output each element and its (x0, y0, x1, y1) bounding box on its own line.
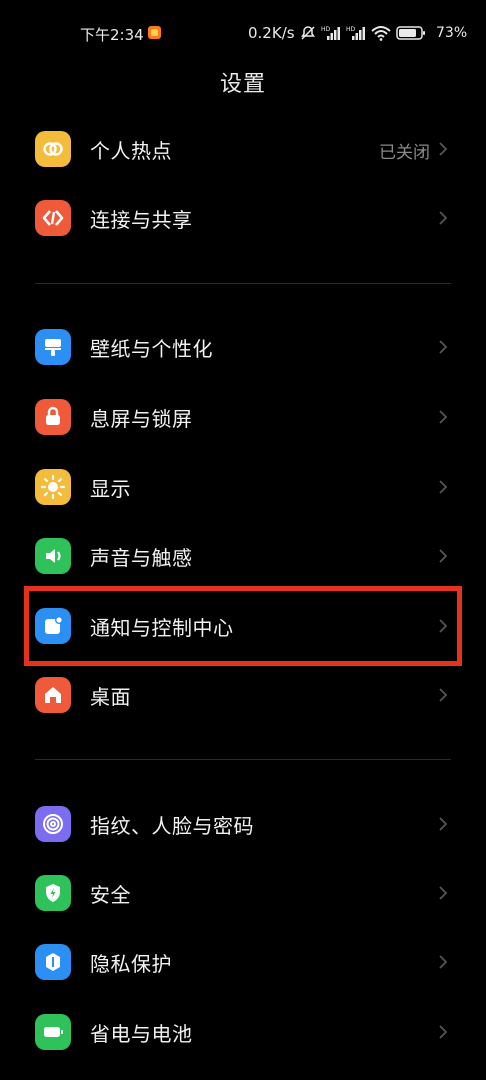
battery-status-icon (396, 26, 425, 40)
settings-row-value: 已关闭 (379, 143, 430, 163)
settings-row-desktop[interactable]: 桌面 (0, 660, 486, 730)
settings-row-display[interactable]: 显示 (0, 452, 486, 522)
chevron-right-icon (439, 340, 448, 354)
home-icon (35, 677, 71, 713)
status-bar: 下午2:34 0.2K/s HD HD 73% (0, 0, 486, 66)
settings-row-label: 个人热点 (90, 139, 172, 163)
settings-row-label: 显示 (90, 477, 131, 501)
chevron-right-icon (439, 955, 448, 969)
privacy-icon (35, 944, 71, 980)
page-title: 设置 (219, 72, 266, 97)
settings-row-label: 息屏与锁屏 (90, 407, 193, 431)
network-speed: 0.2K/s (248, 24, 295, 42)
chevron-right-icon (439, 886, 448, 900)
settings-row-connection-share[interactable]: 连接与共享 (0, 183, 486, 253)
highlight-box (24, 586, 462, 666)
wallpaper-icon (35, 329, 71, 365)
svg-text:HD: HD (346, 26, 356, 33)
app-notification-icon (148, 26, 161, 39)
settings-row-label: 安全 (90, 883, 131, 907)
settings-row-label: 桌面 (90, 685, 131, 709)
lock-icon (35, 399, 71, 435)
chevron-right-icon (439, 410, 448, 424)
settings-row-label: 连接与共享 (90, 208, 193, 232)
battery-percent: 73% (436, 25, 468, 41)
speaker-icon (35, 538, 71, 574)
settings-row-lock-screen[interactable]: 息屏与锁屏 (0, 382, 486, 452)
mute-icon (301, 26, 315, 40)
chevron-right-icon (439, 142, 448, 156)
signal-2-icon: HD (346, 26, 365, 40)
svg-text:HD: HD (321, 26, 331, 33)
settings-row-privacy[interactable]: 隐私保护 (0, 927, 486, 997)
chevron-right-icon (439, 549, 448, 563)
settings-row-sound[interactable]: 声音与触感 (0, 521, 486, 591)
settings-row-fingerprint[interactable]: 指纹、人脸与密码 (0, 789, 486, 859)
settings-row-hotspot[interactable]: 个人热点 已关闭 (0, 114, 486, 184)
chevron-right-icon (439, 480, 448, 494)
settings-row-security[interactable]: 安全 (0, 858, 486, 928)
battery-icon (35, 1014, 71, 1050)
status-time: 下午2:34 (80, 26, 144, 44)
settings-row-wallpaper[interactable]: 壁纸与个性化 (0, 312, 486, 382)
settings-row-label: 声音与触感 (90, 546, 193, 570)
connection-share-icon (35, 200, 71, 236)
section-divider (35, 283, 451, 284)
settings-row-battery[interactable]: 省电与电池 (0, 997, 486, 1067)
chevron-right-icon (439, 688, 448, 702)
signal-1-icon: HD (321, 26, 340, 40)
chevron-right-icon (439, 211, 448, 225)
settings-row-label: 隐私保护 (90, 952, 172, 976)
sun-icon (35, 469, 71, 505)
settings-row-label: 指纹、人脸与密码 (90, 814, 254, 838)
status-icons: HD HD (300, 24, 426, 42)
hotspot-icon (35, 131, 71, 167)
chevron-right-icon (439, 817, 448, 831)
section-divider (35, 759, 451, 760)
settings-row-label: 壁纸与个性化 (90, 337, 213, 361)
settings-row-label: 省电与电池 (90, 1022, 193, 1046)
wifi-icon (371, 26, 391, 41)
shield-icon (35, 875, 71, 911)
fingerprint-icon (35, 806, 71, 842)
chevron-right-icon (439, 1025, 448, 1039)
